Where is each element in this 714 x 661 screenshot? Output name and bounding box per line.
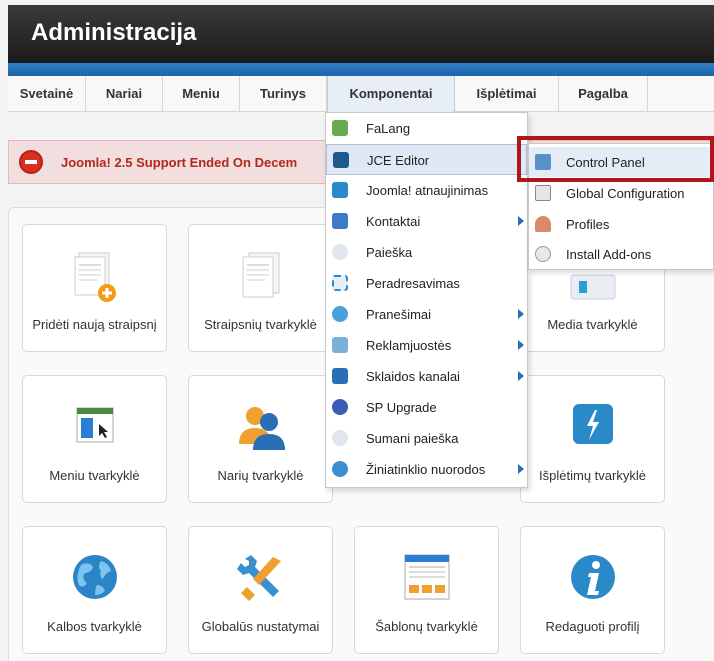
tile-label: Media tvarkyklė <box>547 317 638 332</box>
menu-nariai[interactable]: Nariai <box>86 76 163 112</box>
search-icon <box>332 244 348 260</box>
dropdown-item-smart-search[interactable]: Sumani paieška <box>326 423 527 454</box>
joomla-update-icon <box>332 182 348 198</box>
tile-label: Išplėtimų tvarkyklė <box>539 468 646 483</box>
submenu-arrow-icon <box>518 464 524 474</box>
submenu-arrow-icon <box>518 309 524 319</box>
page-title: Administracija <box>31 19 197 46</box>
redirect-icon <box>332 275 348 291</box>
menu-komponentai[interactable]: Komponentai <box>327 76 455 112</box>
dropdown-item-feeds[interactable]: Sklaidos kanalai <box>326 361 527 392</box>
profiles-icon <box>535 216 551 232</box>
tile-label: Meniu tvarkyklė <box>49 468 140 483</box>
main-menubar: Svetainė Nariai Meniu Turinys Komponenta… <box>8 76 714 112</box>
tools-icon <box>236 555 281 601</box>
dropdown-item-label: Kontaktai <box>366 214 421 229</box>
tile-article-manager[interactable]: Straipsnių tvarkyklė <box>188 224 333 352</box>
dropdown-item-weblinks[interactable]: Žiniatinklio nuorodos <box>326 454 527 485</box>
contacts-icon <box>332 213 348 229</box>
dropdown-item-label: JCE Editor <box>367 153 430 168</box>
menu-svetaine[interactable]: Svetainė <box>8 76 86 112</box>
tile-label: Straipsnių tvarkyklė <box>204 317 317 332</box>
smart-search-icon <box>332 430 348 446</box>
sp-upgrade-icon <box>332 399 348 415</box>
tile-menu-manager[interactable]: Meniu tvarkyklė <box>22 375 167 503</box>
components-dropdown: FaLang JCE Editor Joomla! atnaujinimas K… <box>325 112 528 488</box>
dropdown-item-joomla-update[interactable]: Joomla! atnaujinimas <box>326 175 527 206</box>
tile-label: Globalūs nustatymai <box>201 619 320 634</box>
banners-icon <box>332 337 348 353</box>
dropdown-item-label: Reklamjuostės <box>366 338 452 353</box>
dropdown-item-jce-editor[interactable]: JCE Editor <box>326 144 527 175</box>
menu-turinys[interactable]: Turinys <box>240 76 327 112</box>
admin-header: Administracija <box>8 5 714 63</box>
tile-template-manager[interactable]: Šablonų tvarkyklė <box>354 526 499 654</box>
tile-add-article[interactable]: Pridėti naują straipsnį <box>22 224 167 352</box>
template-icon <box>404 554 449 600</box>
add-article-icon <box>74 252 116 302</box>
submenu-item-profiles[interactable]: Profiles <box>529 209 713 239</box>
dropdown-item-label: Joomla! atnaujinimas <box>366 183 489 198</box>
dropdown-item-falang[interactable]: FaLang <box>326 113 527 144</box>
header-accent-bar <box>8 63 714 76</box>
submenu-arrow-icon <box>518 371 524 381</box>
lightning-icon <box>572 404 613 444</box>
messages-icon <box>332 306 348 322</box>
global-config-icon <box>535 185 551 201</box>
dropdown-item-search[interactable]: Paieška <box>326 237 527 268</box>
dropdown-item-contacts[interactable]: Kontaktai <box>326 206 527 237</box>
dropdown-item-label: Sumani paieška <box>366 431 459 446</box>
install-addons-icon <box>535 246 551 262</box>
dropdown-item-label: Žiniatinklio nuorodos <box>366 462 486 477</box>
tile-label: Šablonų tvarkyklė <box>375 619 478 634</box>
dropdown-item-label: Sklaidos kanalai <box>366 369 460 384</box>
alert-message: Joomla! 2.5 Support Ended On Decem <box>61 155 298 170</box>
tile-label: Pridėti naują straipsnį <box>32 317 157 332</box>
dropdown-item-sp-upgrade[interactable]: SP Upgrade <box>326 392 527 423</box>
submenu-item-label: Install Add-ons <box>566 247 652 262</box>
globe-icon <box>72 555 117 599</box>
tile-edit-profile[interactable]: Redaguoti profilį <box>520 526 665 654</box>
falang-icon <box>332 120 348 136</box>
tile-label: Narių tvarkyklė <box>217 468 304 483</box>
dropdown-item-label: SP Upgrade <box>366 400 437 415</box>
tile-label: Kalbos tvarkyklė <box>47 619 142 634</box>
submenu-item-label: Global Configuration <box>566 186 685 201</box>
tile-global-settings[interactable]: Globalūs nustatymai <box>188 526 333 654</box>
dropdown-item-label: Peradresavimas <box>366 276 460 291</box>
jce-editor-icon <box>333 152 349 168</box>
dropdown-item-redirect[interactable]: Peradresavimas <box>326 268 527 299</box>
submenu-arrow-icon <box>518 340 524 350</box>
menu-meniu[interactable]: Meniu <box>163 76 240 112</box>
tile-language-manager[interactable]: Kalbos tvarkyklė <box>22 526 167 654</box>
weblinks-icon <box>332 461 348 477</box>
submenu-item-label: Profiles <box>566 217 610 232</box>
info-icon <box>570 555 615 599</box>
tile-user-manager[interactable]: Narių tvarkyklė <box>188 375 333 503</box>
feeds-icon <box>332 368 348 384</box>
dropdown-item-label: FaLang <box>366 121 411 136</box>
dropdown-item-banners[interactable]: Reklamjuostės <box>326 330 527 361</box>
menu-ispletimai[interactable]: Išplėtimai <box>455 76 559 112</box>
submenu-item-install-addons[interactable]: Install Add-ons <box>529 239 713 269</box>
no-entry-icon <box>19 150 43 174</box>
tile-label: Redaguoti profilį <box>545 619 640 634</box>
dropdown-item-label: Pranešimai <box>366 307 432 322</box>
users-icon <box>238 407 285 450</box>
dropdown-item-messages[interactable]: Pranešimai <box>326 299 527 330</box>
dropdown-item-label: Paieška <box>366 245 413 260</box>
menu-manager-icon <box>76 407 113 443</box>
menu-pagalba[interactable]: Pagalba <box>559 76 648 112</box>
submenu-item-global-configuration[interactable]: Global Configuration <box>529 178 713 208</box>
control-panel-highlight-box <box>517 136 714 182</box>
tile-extension-manager[interactable]: Išplėtimų tvarkyklė <box>520 375 665 503</box>
article-manager-icon <box>242 252 279 298</box>
submenu-arrow-icon <box>518 216 524 226</box>
